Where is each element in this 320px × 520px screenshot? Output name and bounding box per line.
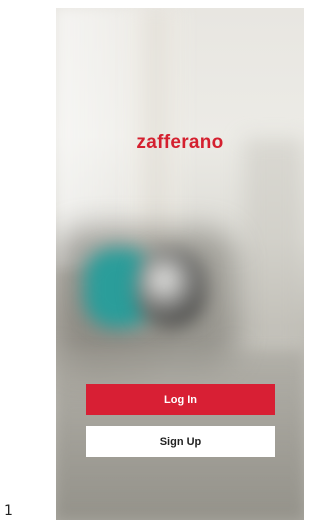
app-logo: zafferano [136, 132, 224, 153]
welcome-screen: zafferano Log In Sign Up [56, 8, 304, 520]
page-number: 1 [4, 503, 13, 519]
background-wall-image [244, 138, 304, 358]
login-button[interactable]: Log In [86, 384, 275, 415]
background-dog-image [136, 248, 206, 328]
signup-button[interactable]: Sign Up [86, 426, 275, 457]
